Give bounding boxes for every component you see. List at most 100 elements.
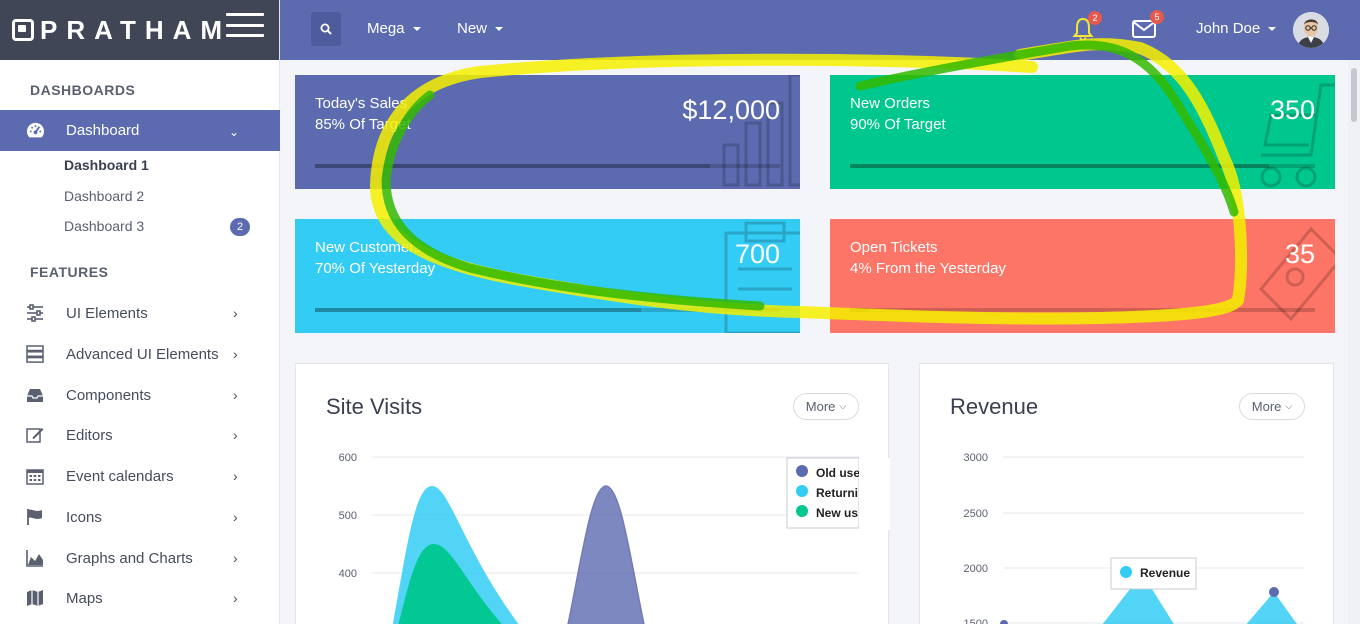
legend-label: Old use [816, 466, 860, 480]
y-tick-label: 2000 [964, 563, 988, 575]
hamburger-line [226, 34, 264, 37]
stat-subtitle: 70% Of Yesterday [315, 260, 436, 277]
search-icon [320, 23, 332, 35]
sidebar-item-label: Editors [66, 426, 113, 444]
old-users-area [567, 485, 645, 624]
bar-chart-icon [722, 75, 800, 187]
section-header-dashboards: DASHBOARDS [30, 82, 136, 98]
clipboard-icon [724, 221, 800, 333]
stat-progress-fill [850, 164, 1269, 168]
server-icon [26, 345, 44, 363]
revenue-panel: Revenue More ⌵ 3000 2500 2000 1500 Revenu… [919, 363, 1334, 624]
avatar[interactable] [1293, 12, 1329, 48]
avatar-image [1293, 12, 1329, 48]
chevron-right-icon: › [233, 468, 238, 484]
sidebar-item-icons[interactable]: Icons › [0, 497, 280, 537]
stat-progress-bar [850, 308, 1315, 312]
sidebar-item-dashboard[interactable]: Dashboard ⌄ [0, 110, 280, 151]
search-button[interactable] [311, 12, 341, 46]
logo-icon [12, 19, 34, 41]
stat-subtitle: 90% Of Target [850, 116, 946, 133]
brand-name: PRATHAM [40, 14, 232, 45]
sidebar-item-label: Components [66, 386, 152, 404]
stat-value: 35 [1284, 239, 1315, 269]
stat-subtitle: 85% Of Target [315, 116, 411, 133]
menu-label: Mega [367, 20, 405, 37]
sidebar-item-label: Icons [66, 508, 102, 526]
map-icon [27, 590, 43, 606]
legend-label: Revenue [1140, 566, 1190, 580]
sidebar-item-graphs-charts[interactable]: Graphs and Charts › [0, 538, 280, 578]
sidebar-item-maps[interactable]: Maps › [0, 578, 280, 618]
scrollbar-thumb[interactable] [1351, 68, 1357, 122]
chevron-right-icon: › [233, 427, 238, 443]
stat-card-sales: Today's Sales 85% Of Target $12,000 [295, 75, 800, 189]
stat-progress-fill [850, 308, 869, 312]
site-visits-panel: Site Visits More ⌵ 600 500 400 Old use Re… [295, 363, 890, 624]
legend-swatch [796, 505, 808, 517]
hamburger-line [226, 13, 264, 16]
y-tick-label: 600 [339, 452, 357, 464]
revenue-chart: 3000 2500 2000 1500 Revenue [964, 452, 1304, 624]
sidebar-item-label: UI Elements [66, 304, 148, 322]
chevron-right-icon: › [233, 509, 238, 525]
ticket-icon [1258, 226, 1335, 322]
y-tick-label: 500 [339, 510, 357, 522]
stat-card-tickets: Open Tickets 4% From the Yesterday 35 [830, 219, 1335, 333]
legend-swatch [796, 465, 808, 477]
data-point [1000, 620, 1008, 624]
sliders-icon [27, 304, 43, 322]
stat-title: New Customers [315, 239, 422, 256]
stat-title: Open Tickets [850, 239, 938, 256]
flag-icon [27, 509, 42, 525]
edit-icon [26, 428, 44, 443]
sidebar-item-event-calendars[interactable]: Event calendars › [0, 456, 280, 496]
stat-progress-fill [315, 308, 641, 312]
inbox-icon [27, 389, 43, 402]
legend-label: Returni [816, 486, 858, 500]
stat-card-orders: New Orders 90% Of Target 350 [830, 75, 1335, 189]
user-menu-dropdown[interactable]: John Doe [1196, 20, 1277, 37]
sidebar-subitem-dashboard-2[interactable]: Dashboard 2 [64, 188, 144, 204]
stat-title: New Orders [850, 95, 931, 112]
sidebar-item-label: Event calendars [66, 467, 174, 485]
sidebar-subitem-dashboard-1[interactable]: Dashboard 1 [64, 157, 149, 173]
stat-progress-fill [315, 164, 711, 168]
y-tick-label: 3000 [964, 452, 988, 464]
sidebar-item-ui-elements[interactable]: UI Elements › [0, 293, 280, 333]
stat-value: 700 [734, 239, 780, 269]
section-header-features: FEATURES [30, 264, 109, 280]
new-menu-dropdown[interactable]: New [457, 20, 504, 37]
chevron-down-icon: ⌄ [229, 125, 240, 139]
caret-down-icon [1268, 27, 1277, 32]
brand[interactable]: PRATHAM [0, 0, 279, 60]
sidebar-item-label: Dashboard [66, 122, 140, 139]
page-scrollbar[interactable] [1348, 60, 1360, 624]
data-point [1269, 587, 1279, 597]
area-chart-icon [26, 550, 43, 567]
sidebar-item-advanced-ui[interactable]: Advanced UI Elements › [0, 334, 280, 374]
chevron-right-icon: › [233, 590, 238, 606]
revenue-area [1102, 589, 1174, 624]
dashboard-icon [26, 122, 45, 138]
chevron-right-icon: › [233, 346, 238, 362]
sidebar-item-label: Advanced UI Elements [66, 345, 219, 363]
stat-subtitle: 4% From the Yesterday [850, 260, 1006, 277]
legend-label: New us [816, 506, 858, 520]
sidebar-item-editors[interactable]: Editors › [0, 415, 280, 455]
notification-badge: 2 [1088, 11, 1102, 25]
sidebar: PRATHAM DASHBOARDS Dashboard ⌄ Dashboard… [0, 0, 280, 624]
chevron-right-icon: › [233, 305, 238, 321]
message-badge: 5 [1150, 10, 1164, 24]
mega-menu-dropdown[interactable]: Mega [367, 20, 421, 37]
sidebar-subitem-dashboard-3[interactable]: Dashboard 3 [64, 218, 144, 234]
caret-down-icon [412, 27, 421, 32]
stat-value: $12,000 [682, 95, 780, 125]
revenue-area [1246, 592, 1297, 624]
sidebar-item-components[interactable]: Components › [0, 375, 280, 415]
count-badge: 2 [230, 218, 250, 236]
legend-clip [859, 458, 890, 530]
y-tick-label: 1500 [964, 618, 988, 624]
sidebar-item-label: Graphs and Charts [66, 549, 193, 567]
menu-toggle-button[interactable] [226, 13, 264, 37]
